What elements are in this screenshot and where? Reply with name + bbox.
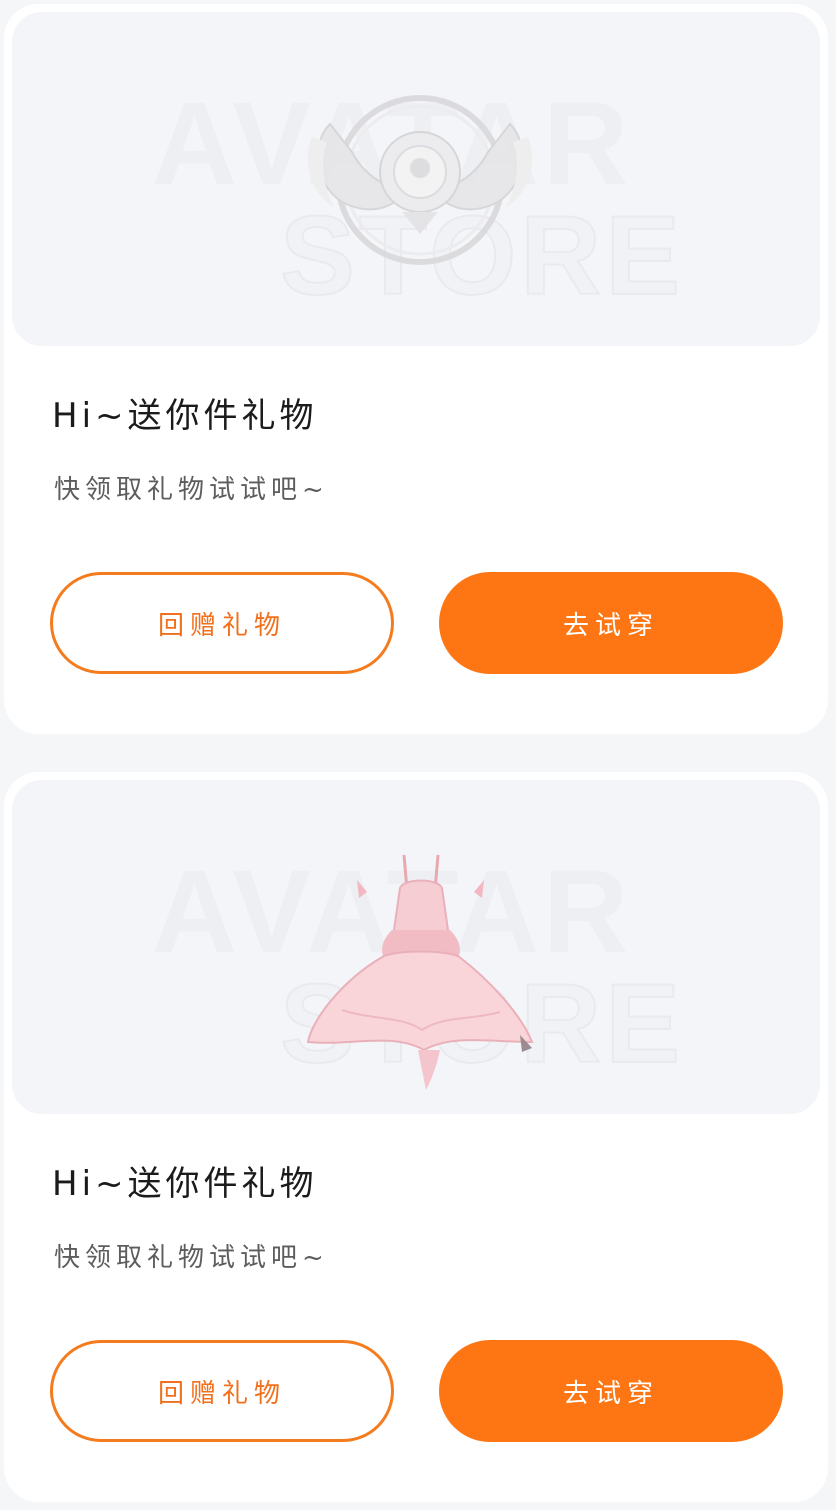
gift-title: Hi~送你件礼物 xyxy=(52,1164,318,1204)
return-gift-button[interactable]: 回赠礼物 xyxy=(50,1340,394,1442)
try-on-button[interactable]: 去试穿 xyxy=(439,1340,783,1442)
gift-preview: AVATAR STORE xyxy=(12,12,820,346)
gift-subtitle: 快领取礼物试试吧~ xyxy=(54,1243,329,1273)
gift-card: AVATAR STORE Hi~送你件礼物 快领取礼物试试吧~ 回赠礼物 去试穿 xyxy=(4,772,828,1502)
gift-preview: AVATAR STORE xyxy=(12,780,820,1114)
winged-badge-icon xyxy=(307,95,533,265)
gift-title: Hi~送你件礼物 xyxy=(52,396,318,436)
gift-card: AVATAR STORE Hi~送你件礼物 快领取礼物试试吧~ 回赠礼物 去试穿 xyxy=(4,4,828,734)
return-gift-button[interactable]: 回赠礼物 xyxy=(50,572,394,674)
pink-dress-icon xyxy=(306,854,534,1090)
gift-subtitle: 快领取礼物试试吧~ xyxy=(54,475,329,505)
try-on-button[interactable]: 去试穿 xyxy=(439,572,783,674)
